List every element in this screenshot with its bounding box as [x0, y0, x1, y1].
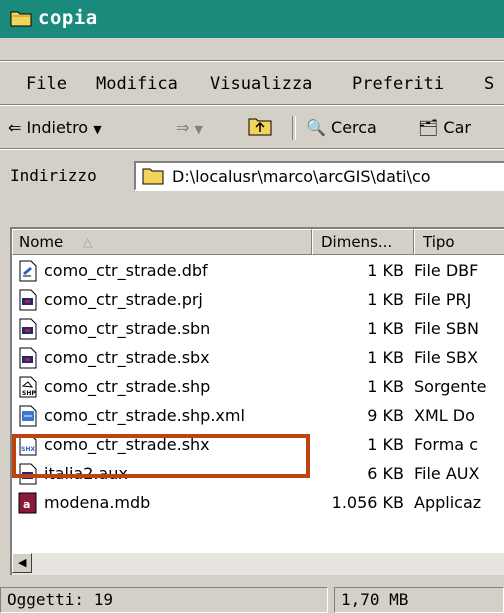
menu-visualizza[interactable]: Visualizza: [210, 74, 312, 94]
file-name: como_ctr_strade.shp.xml: [44, 406, 245, 425]
column-header-type[interactable]: Tipo: [414, 229, 504, 255]
file-type: Applicaz: [414, 493, 482, 512]
scroll-left-button[interactable]: ◀: [12, 553, 32, 573]
file-size: 1 KB: [367, 377, 404, 396]
sort-ascending-icon: △: [83, 235, 93, 249]
address-input[interactable]: D:\localusr\marco\arcGIS\dati\co: [134, 161, 504, 191]
back-arrow-icon: ⇐: [8, 118, 22, 137]
status-objects-text: Oggetti: 19: [7, 590, 113, 609]
forward-button[interactable]: ⇒ ▼: [176, 118, 203, 137]
separator: [0, 104, 504, 106]
svg-text:a: a: [23, 498, 30, 511]
file-name: como_ctr_strade.sbx: [44, 348, 210, 367]
address-label: Indirizzo: [10, 166, 97, 185]
file-size: 1.056 KB: [331, 493, 404, 512]
file-size: 1 KB: [367, 435, 404, 454]
up-folder-button[interactable]: [248, 115, 272, 141]
list-item[interactable]: como_ctr_strade.sbn 1 KB File SBN: [12, 316, 504, 343]
file-type: Sorgente: [414, 377, 487, 396]
chevron-down-icon: ▼: [93, 123, 102, 136]
file-size: 9 KB: [367, 406, 404, 425]
forward-arrow-icon: ⇒: [176, 118, 190, 137]
status-size: 1,70 MB: [334, 587, 504, 613]
shp-file-icon: SHP: [18, 376, 38, 398]
menu-bar: File Modifica Visualizza Preferiti S: [0, 68, 504, 100]
file-size: 1 KB: [367, 290, 404, 309]
generic-file-icon: [18, 318, 38, 340]
file-size: 1 KB: [367, 261, 404, 280]
menu-file[interactable]: File: [26, 74, 67, 94]
column-header-size[interactable]: Dimens...: [312, 229, 414, 255]
file-name: como_ctr_strade.prj: [44, 290, 203, 309]
highlight-box: [12, 434, 310, 478]
xml-file-icon: [18, 405, 38, 427]
file-name: como_ctr_strade.dbf: [44, 261, 208, 280]
menu-strumenti[interactable]: S: [484, 74, 494, 94]
list-item[interactable]: como_ctr_strade.sbx 1 KB File SBX: [12, 345, 504, 372]
file-type: File PRJ: [414, 290, 472, 309]
file-name: modena.mdb: [44, 493, 151, 512]
file-list: Nome △ Dimens... Tipo como_ctr_strade.db…: [10, 227, 504, 575]
generic-file-icon: [18, 347, 38, 369]
back-label: Indietro: [26, 118, 89, 137]
file-size: 1 KB: [367, 348, 404, 367]
column-size-label: Dimens...: [321, 233, 393, 251]
menu-preferiti[interactable]: Preferiti: [352, 74, 444, 94]
file-type: File SBX: [414, 348, 478, 367]
file-type: File SBN: [414, 319, 479, 338]
list-item[interactable]: como_ctr_strade.dbf 1 KB File DBF: [12, 258, 504, 285]
folders-button[interactable]: 🗂 Car: [418, 118, 471, 137]
list-item[interactable]: como_ctr_strade.shp.xml 9 KB XML Do: [12, 403, 504, 430]
title-bar[interactable]: copia: [0, 0, 504, 38]
column-header-name[interactable]: Nome △: [12, 229, 312, 255]
file-name: como_ctr_strade.shp: [44, 377, 211, 396]
folder-icon: [10, 11, 32, 27]
horizontal-scrollbar[interactable]: ◀: [12, 553, 504, 575]
column-type-label: Tipo: [423, 233, 455, 251]
list-item[interactable]: SHP como_ctr_strade.shp 1 KB Sorgente: [12, 374, 504, 401]
svg-text:SHP: SHP: [22, 390, 36, 397]
back-button[interactable]: ⇐ Indietro ▼: [8, 118, 102, 137]
status-bar: Oggetti: 19 1,70 MB: [0, 580, 504, 614]
file-type: File AUX: [414, 464, 480, 483]
separator: [0, 60, 504, 62]
generic-file-icon: [18, 289, 38, 311]
status-objects: Oggetti: 19: [0, 587, 328, 613]
file-name: como_ctr_strade.sbn: [44, 319, 211, 338]
toolbar: ⇐ Indietro ▼ ⇒ ▼ 🔍 Cerca 🗂 Car: [0, 110, 504, 146]
chevron-down-icon: ▼: [194, 123, 203, 136]
up-folder-icon: [248, 118, 272, 136]
column-name-label: Nome: [19, 233, 64, 251]
dbf-file-icon: [18, 260, 38, 282]
menu-modifica[interactable]: Modifica: [96, 74, 178, 94]
toolbar-divider: [292, 116, 296, 140]
mdb-file-icon: a: [18, 492, 38, 514]
separator: [0, 148, 504, 150]
search-button[interactable]: 🔍 Cerca: [306, 118, 377, 137]
folder-icon: [142, 168, 164, 185]
list-item[interactable]: a modena.mdb 1.056 KB Applicaz: [12, 490, 504, 517]
status-size-text: 1,70 MB: [341, 590, 409, 609]
address-bar: Indirizzo D:\localusr\marco\arcGIS\dati\…: [0, 153, 504, 201]
folders-icon: 🗂: [418, 118, 439, 137]
search-label: Cerca: [331, 118, 377, 137]
list-item[interactable]: como_ctr_strade.prj 1 KB File PRJ: [12, 287, 504, 314]
scroll-left-icon: ◀: [18, 556, 27, 569]
file-type: Forma c: [414, 435, 478, 454]
file-size: 6 KB: [367, 464, 404, 483]
folders-label: Car: [443, 118, 471, 137]
file-type: File DBF: [414, 261, 479, 280]
file-size: 1 KB: [367, 319, 404, 338]
address-value: D:\localusr\marco\arcGIS\dati\co: [172, 167, 431, 186]
search-icon: 🔍: [306, 118, 326, 137]
file-type: XML Do: [414, 406, 475, 425]
window-title: copia: [38, 7, 98, 29]
